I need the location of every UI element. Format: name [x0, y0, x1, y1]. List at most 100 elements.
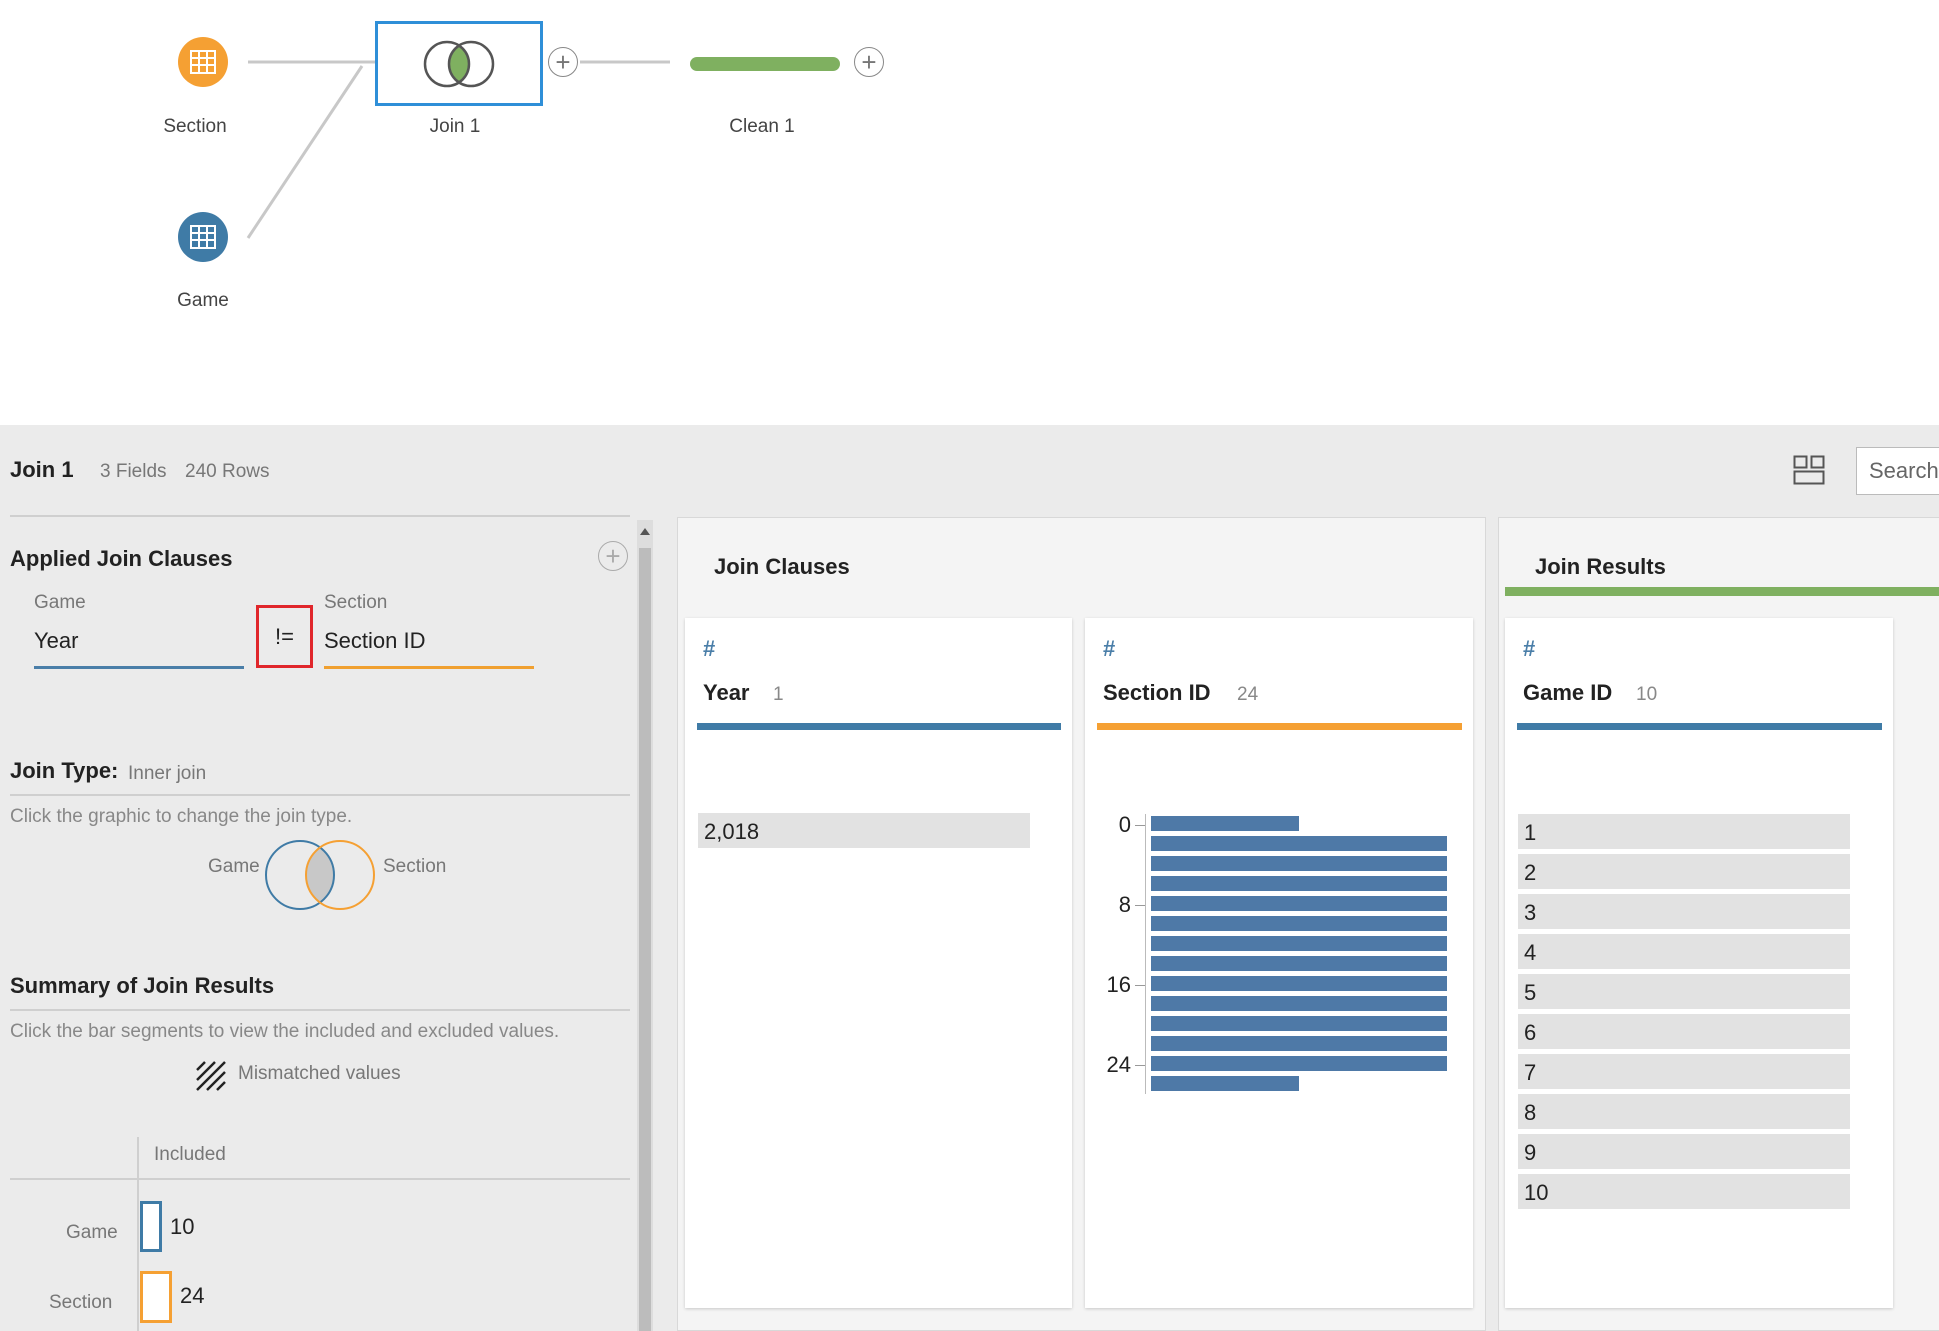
value-row[interactable]: 2,018: [698, 813, 1030, 848]
field-name: Game ID: [1523, 680, 1613, 705]
histogram-bar[interactable]: [1151, 1016, 1447, 1031]
included-column-header: Included: [154, 1144, 226, 1165]
clean-node[interactable]: [690, 57, 840, 71]
section-included-bar[interactable]: [140, 1271, 172, 1323]
mismatched-hatch-icon: [196, 1061, 226, 1091]
rows-count: 240 Rows: [185, 461, 270, 482]
plus-icon: +: [861, 47, 877, 77]
histogram-bar[interactable]: [1151, 1036, 1447, 1051]
join-type-value: Inner join: [128, 763, 207, 784]
venn-left-label: Game: [208, 856, 260, 877]
add-step-after-clean-button[interactable]: +: [854, 47, 884, 77]
section-input-node[interactable]: [178, 37, 228, 87]
join-type-hint: Click the graphic to change the join typ…: [10, 806, 353, 827]
field-color-line: [697, 723, 1061, 730]
divider: [10, 515, 630, 517]
number-type-icon: #: [1523, 636, 1536, 661]
join-results-color-bar: [1505, 587, 1939, 596]
value-row[interactable]: 6: [1518, 1014, 1850, 1049]
divider: [10, 1009, 630, 1011]
summary-heading: Summary of Join Results: [10, 973, 275, 998]
settings-scrollbar[interactable]: [637, 520, 653, 1331]
histogram-bar[interactable]: [1151, 996, 1447, 1011]
fields-count: 3 Fields: [100, 461, 167, 482]
value-row[interactable]: 7: [1518, 1054, 1850, 1089]
value-row[interactable]: 3: [1518, 894, 1850, 929]
add-join-clause-button[interactable]: +: [598, 541, 628, 571]
value-row[interactable]: 8: [1518, 1094, 1850, 1129]
game-included-count: 10: [170, 1214, 195, 1239]
histogram-tick-label: 24: [1106, 1052, 1131, 1077]
histogram-bar[interactable]: [1151, 896, 1447, 911]
flow-canvas[interactable]: Section Game Join 1 + + Clean 1: [0, 0, 1939, 425]
mismatched-legend-label: Mismatched values: [238, 1063, 401, 1084]
section-node-label: Section: [163, 116, 227, 137]
join-operator-selector[interactable]: !=: [256, 605, 313, 668]
year-profile-card[interactable]: # Year 1 2,018: [685, 618, 1072, 1308]
left-source-label: Game: [34, 592, 86, 613]
histogram-bar[interactable]: [1151, 1056, 1447, 1071]
histogram-tick-label: 0: [1118, 812, 1131, 837]
histogram-tick-label: 8: [1118, 892, 1131, 917]
histogram-bar[interactable]: [1151, 856, 1447, 871]
histogram-bar[interactable]: [1151, 816, 1299, 831]
applied-join-clauses-heading: Applied Join Clauses: [10, 546, 233, 571]
left-field-underline: [34, 666, 244, 669]
divider: [10, 794, 630, 796]
add-step-after-join-button[interactable]: +: [548, 47, 578, 77]
histogram-tick-mark: [1135, 1065, 1145, 1066]
game-id-profile-card[interactable]: # Game ID 10 1 2 3 4 5 6 7 8 9 10: [1505, 618, 1893, 1308]
summary-axis: [137, 1137, 139, 1331]
venn-right-label: Section: [383, 856, 447, 877]
value-row[interactable]: 9: [1518, 1134, 1850, 1169]
game-input-node[interactable]: [178, 212, 228, 262]
plus-icon: +: [605, 540, 621, 571]
search-input[interactable]: Search: [1856, 447, 1939, 495]
section-included-count: 24: [180, 1283, 205, 1308]
value-row[interactable]: 4: [1518, 934, 1850, 969]
right-field-underline: [324, 666, 534, 669]
histogram-tick-mark: [1135, 825, 1145, 826]
panel-title: Join 1: [10, 457, 74, 482]
join-type-venn-icon[interactable]: [262, 837, 378, 913]
histogram-bar[interactable]: [1151, 1076, 1299, 1091]
histogram-bar[interactable]: [1151, 956, 1447, 971]
right-join-field[interactable]: Section ID: [324, 628, 426, 654]
histogram-axis: [1145, 814, 1146, 1094]
number-type-icon: #: [703, 636, 716, 661]
venn-join-icon: [423, 40, 495, 87]
search-placeholder: Search: [1869, 458, 1939, 483]
scroll-up-icon[interactable]: [640, 528, 650, 535]
value-row[interactable]: 5: [1518, 974, 1850, 1009]
step-profile-panel: Join 1 3 Fields 240 Rows Search Applied …: [0, 425, 1939, 1331]
histogram-tick-label: 16: [1106, 972, 1131, 997]
table-icon: [190, 225, 216, 249]
clean-node-label: Clean 1: [729, 116, 795, 137]
scrollbar-thumb[interactable]: [639, 548, 651, 1331]
join-clauses-title: Join Clauses: [714, 554, 850, 579]
histogram-bar[interactable]: [1151, 976, 1447, 991]
summary-row-label-section: Section: [49, 1292, 113, 1313]
histogram-tick-mark: [1135, 985, 1145, 986]
histogram-bar[interactable]: [1151, 876, 1447, 891]
section-id-histogram[interactable]: 0 8 16 24: [1085, 618, 1473, 1308]
plus-icon: +: [555, 47, 571, 77]
game-included-bar[interactable]: [140, 1201, 162, 1252]
field-distinct-count: 1: [773, 684, 784, 705]
histogram-bar[interactable]: [1151, 936, 1447, 951]
value-row[interactable]: 1: [1518, 814, 1850, 849]
histogram-bar[interactable]: [1151, 916, 1447, 931]
histogram-bar[interactable]: [1151, 836, 1447, 851]
value-row[interactable]: 10: [1518, 1174, 1850, 1209]
join-type-heading: Join Type:: [10, 758, 119, 783]
section-id-profile-card[interactable]: # Section ID 24 0 8 16 24: [1085, 618, 1473, 1308]
field-name: Year: [703, 680, 750, 705]
field-color-line: [1517, 723, 1882, 730]
summary-row-label-game: Game: [66, 1222, 118, 1243]
layout-toggle-icon[interactable]: [1793, 455, 1825, 485]
left-join-field[interactable]: Year: [34, 628, 78, 654]
join-node-label: Join 1: [429, 116, 481, 137]
value-row[interactable]: 2: [1518, 854, 1850, 889]
join-node[interactable]: [375, 21, 543, 106]
field-distinct-count: 10: [1636, 684, 1658, 705]
